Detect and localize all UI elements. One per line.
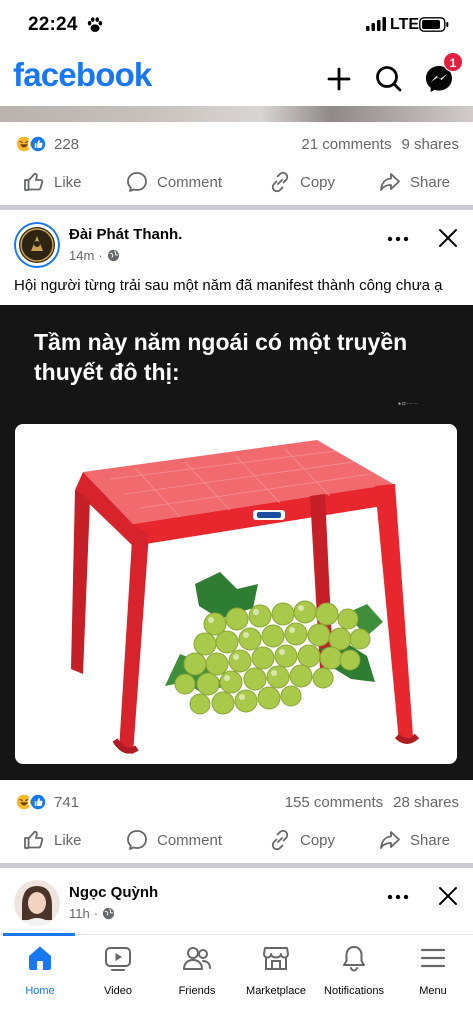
status-bar: 22:24 LTE — [0, 0, 473, 52]
user-name[interactable]: Ngọc Quỳnh — [69, 884, 158, 901]
page-name[interactable]: Đài Phát Thanh. — [69, 226, 182, 243]
like-button[interactable]: Like — [22, 818, 82, 862]
post-divider — [0, 205, 473, 210]
post-image[interactable]: Tầm này năm ngoái có một truyền thuyết đ… — [0, 305, 473, 780]
meme-text: Tầm này năm ngoái có một truyền thuyết đ… — [34, 329, 408, 385]
signal-icon — [366, 17, 386, 31]
post-engagement: 155 comments 28 shares — [285, 794, 459, 811]
comment-icon — [127, 830, 147, 850]
page-avatar[interactable] — [14, 222, 60, 268]
next-post-header: Ngọc Quỳnh 11h · — [0, 876, 473, 932]
nav-notifications[interactable]: Notifications — [314, 943, 394, 997]
nav-menu[interactable]: Menu — [393, 943, 473, 997]
post-reaction-icons[interactable]: 741 — [14, 792, 79, 812]
nav-video[interactable]: Video — [78, 943, 158, 997]
close-icon[interactable] — [436, 226, 460, 250]
prev-reaction-icons[interactable]: 228 — [14, 134, 79, 154]
app-header: facebook 1 — [0, 52, 473, 106]
prev-reactions-row: 228 21 comments 9 shares — [0, 124, 473, 162]
post-divider — [0, 863, 473, 868]
nav-marketplace[interactable]: Marketplace — [236, 943, 316, 997]
share-icon — [380, 173, 400, 191]
like-icon — [24, 830, 44, 849]
prev-comments-count[interactable]: 21 comments — [301, 136, 391, 153]
nav-friends[interactable]: Friends — [157, 943, 237, 997]
bell-icon — [343, 946, 365, 972]
prev-engagement: 21 comments 9 shares — [301, 136, 459, 153]
comment-button[interactable]: Comment — [125, 818, 222, 862]
search-icon[interactable] — [372, 62, 406, 96]
active-tab-indicator — [3, 933, 75, 936]
status-time: 22:24 — [28, 14, 78, 35]
prev-actions-row: Like Comment Copy Share — [0, 160, 473, 204]
home-icon — [29, 946, 51, 970]
close-icon[interactable] — [436, 884, 460, 908]
more-options-icon[interactable] — [386, 234, 410, 244]
nav-home-label: Home — [25, 985, 55, 997]
facebook-logo[interactable]: facebook — [13, 56, 152, 94]
comment-icon — [127, 172, 147, 192]
share-button[interactable]: Share — [378, 818, 450, 862]
menu-icon — [420, 948, 446, 968]
like-label: Like — [54, 831, 82, 849]
meme-watermark: ● ◘ ······· — [398, 401, 419, 407]
like-reaction-icon — [28, 792, 48, 812]
post-header: Đài Phát Thanh. 14m · — [0, 218, 473, 274]
video-icon — [105, 947, 131, 971]
more-options-icon[interactable] — [386, 892, 410, 902]
user-avatar[interactable] — [14, 880, 60, 926]
marketplace-icon — [263, 947, 289, 970]
post-caption: Hội người từng trải sau một năm đã manif… — [14, 277, 443, 294]
globe-icon — [103, 907, 115, 920]
nav-friends-label: Friends — [178, 985, 216, 997]
post-shares-count[interactable]: 28 shares — [393, 794, 459, 811]
share-label: Share — [410, 173, 451, 191]
network-label: LTE — [390, 16, 420, 33]
link-icon — [271, 829, 289, 851]
next-post-meta: 11h · — [69, 906, 115, 921]
nav-menu-label: Menu — [419, 985, 447, 997]
prev-copy-button[interactable]: Copy — [268, 160, 335, 204]
previous-post-image[interactable] — [0, 106, 473, 122]
paw-icon — [87, 17, 103, 32]
prev-like-button[interactable]: Like — [22, 160, 82, 204]
share-label: Share — [410, 831, 451, 849]
prev-share-button[interactable]: Share — [378, 160, 450, 204]
prev-comment-button[interactable]: Comment — [125, 160, 222, 204]
nav-home[interactable]: Home — [0, 943, 80, 997]
battery-icon — [419, 17, 449, 32]
friends-icon — [183, 947, 211, 970]
post-meta: 14m · — [69, 248, 120, 263]
post-comments-count[interactable]: 155 comments — [285, 794, 383, 811]
create-plus-icon[interactable] — [322, 62, 356, 96]
copy-label: Copy — [300, 173, 336, 191]
nav-video-label: Video — [104, 985, 132, 997]
bottom-navigation: Home Video Friends Marketplace Notificat… — [0, 933, 473, 1024]
prev-reaction-count: 228 — [54, 135, 80, 153]
comment-label: Comment — [157, 173, 223, 191]
post-reaction-count: 741 — [54, 793, 80, 811]
like-icon — [24, 172, 44, 191]
like-reaction-icon — [28, 134, 48, 154]
post-reactions-row: 741 155 comments 28 shares — [0, 782, 473, 820]
link-icon — [271, 171, 289, 193]
copy-button[interactable]: Copy — [268, 818, 335, 862]
globe-icon — [107, 249, 119, 262]
next-post-time[interactable]: 11h — [69, 906, 90, 921]
table-grapes-illustration — [71, 440, 420, 754]
copy-label: Copy — [300, 831, 336, 849]
comment-label: Comment — [157, 831, 223, 849]
meme-photo — [15, 424, 457, 764]
post-time[interactable]: 14m — [69, 248, 94, 263]
prev-shares-count[interactable]: 9 shares — [401, 136, 459, 153]
messenger-badge: 1 — [443, 52, 463, 72]
nav-marketplace-label: Marketplace — [246, 985, 306, 997]
nav-notifications-label: Notifications — [324, 985, 384, 997]
like-label: Like — [54, 173, 82, 191]
post-actions-row: Like Comment Copy Share — [0, 818, 473, 862]
share-icon — [380, 831, 400, 849]
